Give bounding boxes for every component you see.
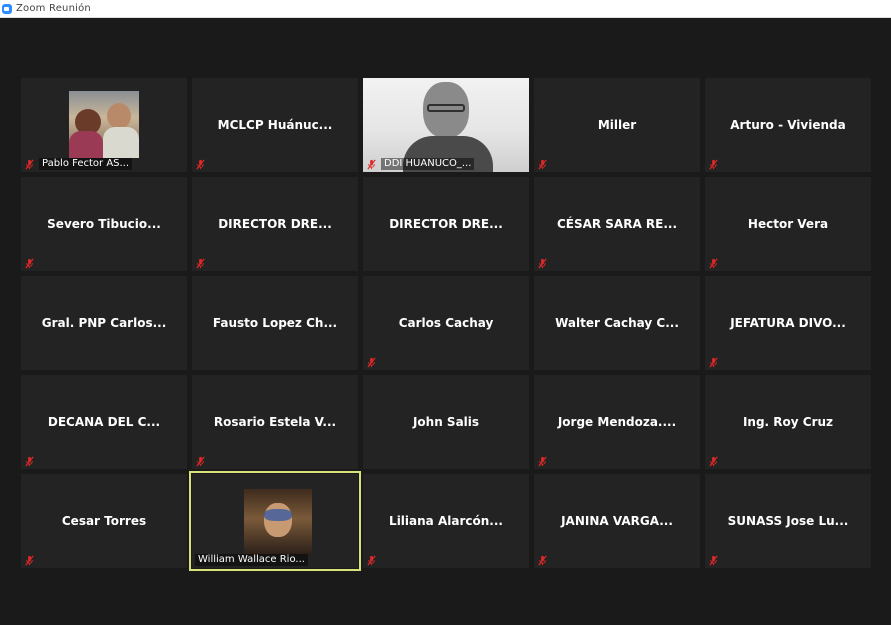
participant-label	[195, 456, 206, 467]
participant-tile[interactable]: Miller	[534, 78, 700, 172]
participant-tile[interactable]: DECANA DEL C...	[21, 375, 187, 469]
participant-label-text: William Wallace Rio...	[195, 554, 308, 566]
participant-tile[interactable]: CÉSAR SARA RE...	[534, 177, 700, 271]
participant-tile[interactable]: DDI HUANUCO_...	[363, 78, 529, 172]
participant-name: DECANA DEL C...	[47, 415, 161, 429]
participant-tile[interactable]: Jorge Mendoza....	[534, 375, 700, 469]
muted-mic-icon	[538, 159, 547, 170]
muted-mic-icon	[538, 456, 547, 467]
participant-name: CÉSAR SARA RE...	[556, 217, 678, 231]
muted-mic-icon	[709, 258, 718, 269]
participant-tile[interactable]: Cesar Torres	[21, 474, 187, 568]
participant-label	[708, 159, 719, 170]
participant-tile[interactable]: John Salis	[363, 375, 529, 469]
participant-name: JEFATURA DIVO...	[730, 316, 846, 330]
muted-mic-icon	[709, 456, 718, 467]
muted-mic-icon	[709, 555, 718, 566]
participant-name: Severo Tibucio...	[47, 217, 161, 231]
muted-mic-icon	[367, 357, 376, 368]
muted-mic-icon	[25, 555, 34, 566]
participant-label-text: DDI HUANUCO_...	[381, 158, 475, 170]
muted-mic-icon	[25, 456, 34, 467]
participant-name: Fausto Lopez Ch...	[212, 316, 338, 330]
participant-name: DIRECTOR DRE...	[218, 217, 332, 231]
participant-tile[interactable]: Pablo Fector AS...	[21, 78, 187, 172]
participant-name: MCLCP Huánuc...	[217, 118, 333, 132]
participant-name: Gral. PNP Carlos...	[41, 316, 167, 330]
participant-label	[708, 258, 719, 269]
participant-gallery: Pablo Fector AS... MCLCP Huánuc... DDI HUA…	[21, 78, 871, 571]
participant-tile[interactable]: SUNASS Jose Lu...	[705, 474, 871, 568]
participant-tile[interactable]: JEFATURA DIVO...	[705, 276, 871, 370]
participant-avatar	[244, 489, 312, 555]
participant-name: JANINA VARGA...	[561, 514, 673, 528]
participant-tile[interactable]: Fausto Lopez Ch...	[192, 276, 358, 370]
participant-name: Liliana Alarcón...	[389, 514, 503, 528]
participant-tile[interactable]: MCLCP Huánuc...	[192, 78, 358, 172]
participant-label	[366, 555, 377, 566]
participant-name: Walter Cachay C...	[555, 316, 679, 330]
participant-label	[708, 456, 719, 467]
window-title: Zoom Reunión	[16, 3, 91, 14]
participant-tile[interactable]: DIRECTOR DRE...	[192, 177, 358, 271]
participant-name: Rosario Estela V...	[213, 415, 337, 429]
window-titlebar: Zoom Reunión	[0, 0, 891, 18]
participant-tile[interactable]: Rosario Estela V...	[192, 375, 358, 469]
participant-name: DIRECTOR DRE...	[389, 217, 503, 231]
muted-mic-icon	[538, 555, 547, 566]
participant-tile[interactable]: DIRECTOR DRE...	[363, 177, 529, 271]
muted-mic-icon	[367, 555, 376, 566]
muted-mic-icon	[25, 159, 34, 169]
participant-label: Pablo Fector AS...	[24, 158, 133, 170]
participant-label	[24, 456, 35, 467]
participant-tile[interactable]: JANINA VARGA...	[534, 474, 700, 568]
muted-mic-icon	[196, 456, 205, 467]
participant-tile[interactable]: Walter Cachay C...	[534, 276, 700, 370]
participant-label: DDI HUANUCO_...	[366, 158, 475, 170]
participant-label	[366, 357, 377, 368]
participant-label: William Wallace Rio...	[195, 554, 308, 566]
participant-label	[537, 159, 548, 170]
participant-name: Miller	[597, 118, 637, 132]
participant-label	[708, 555, 719, 566]
participant-label	[24, 258, 35, 269]
participant-label	[537, 555, 548, 566]
participant-label	[195, 159, 206, 170]
participant-tile[interactable]: Hector Vera	[705, 177, 871, 271]
muted-mic-icon	[25, 258, 34, 269]
participant-label	[708, 357, 719, 368]
participant-label	[537, 456, 548, 467]
muted-mic-icon	[196, 258, 205, 269]
participant-name: Hector Vera	[747, 217, 829, 231]
participant-label-text: Pablo Fector AS...	[39, 158, 133, 170]
participant-tile[interactable]: Arturo - Vivienda	[705, 78, 871, 172]
participant-label	[24, 555, 35, 566]
participant-tile[interactable]: Ing. Roy Cruz	[705, 375, 871, 469]
participant-tile[interactable]: William Wallace Rio...	[189, 471, 361, 571]
zoom-app-icon	[2, 3, 12, 14]
muted-mic-icon	[538, 258, 547, 269]
participant-photo	[69, 91, 139, 158]
muted-mic-icon	[709, 159, 718, 170]
muted-mic-icon	[709, 357, 718, 368]
participant-tile[interactable]: Gral. PNP Carlos...	[21, 276, 187, 370]
participant-label	[537, 258, 548, 269]
participant-tile[interactable]: Liliana Alarcón...	[363, 474, 529, 568]
participant-name: John Salis	[412, 415, 480, 429]
participant-tile[interactable]: Carlos Cachay	[363, 276, 529, 370]
participant-name: SUNASS Jose Lu...	[727, 514, 849, 528]
participant-name: Jorge Mendoza....	[557, 415, 677, 429]
participant-tile[interactable]: Severo Tibucio...	[21, 177, 187, 271]
participant-name: Ing. Roy Cruz	[742, 415, 834, 429]
participant-name: Carlos Cachay	[398, 316, 494, 330]
participant-name: Arturo - Vivienda	[730, 118, 846, 132]
muted-mic-icon	[367, 159, 376, 169]
participant-name: Cesar Torres	[61, 514, 147, 528]
muted-mic-icon	[196, 159, 205, 170]
participant-label	[195, 258, 206, 269]
